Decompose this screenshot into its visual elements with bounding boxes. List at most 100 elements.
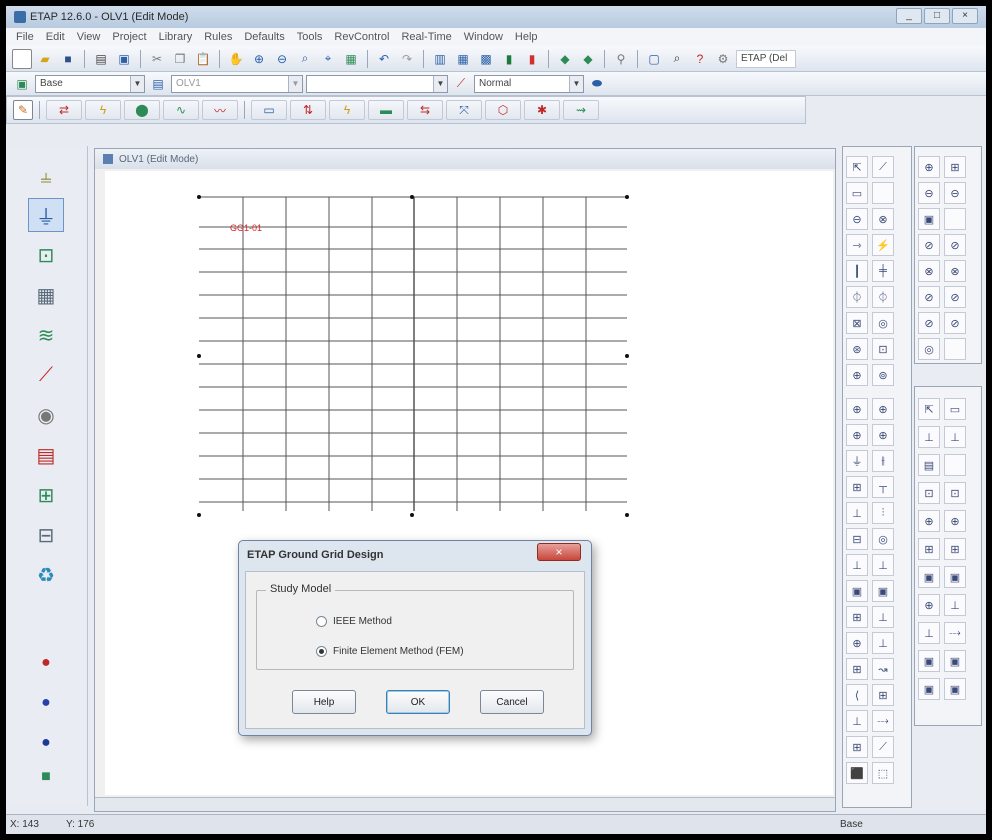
minimize-button[interactable]: _ (896, 8, 922, 24)
ac-element-tool-icon[interactable]: ⊛ (846, 338, 868, 360)
ac-element-tool-icon[interactable]: ⟋ (872, 156, 894, 178)
dc-element-tool-icon[interactable]: ⊡ (918, 482, 940, 504)
dc-element-tool-icon[interactable]: ⊞ (918, 538, 940, 560)
instrument-tool-icon[interactable]: ◎ (918, 338, 940, 360)
ac-element-tool-icon[interactable]: ┃ (846, 260, 868, 282)
ac-element-tool-icon[interactable]: ⊕ (846, 424, 868, 446)
maximize-button[interactable]: □ (924, 8, 950, 24)
help-icon[interactable]: ? (690, 49, 710, 69)
dc-element-tool-icon[interactable]: ▣ (944, 650, 966, 672)
ac-element-tool-icon[interactable]: ╪ (872, 260, 894, 282)
bus-blue-icon[interactable]: ● (28, 686, 64, 720)
ac-element-tool-icon[interactable]: ⬚ (872, 762, 894, 784)
ac-element-tool-icon[interactable]: ⊥ (872, 554, 894, 576)
menu-tools[interactable]: Tools (297, 31, 323, 43)
ac-element-tool-icon[interactable]: ⊚ (872, 364, 894, 386)
reliability-icon[interactable]: ⬡ (485, 100, 521, 120)
ac-element-tool-icon[interactable]: ⤏ (872, 710, 894, 732)
menu-revcontrol[interactable]: RevControl (334, 31, 389, 43)
unbalanced-load-flow-icon[interactable]: ⇆ (407, 100, 443, 120)
bus-navy-icon[interactable]: ● (28, 726, 64, 760)
dc-load-flow-icon[interactable]: ⇅ (290, 100, 326, 120)
selection-handle[interactable] (625, 354, 629, 358)
dc-element-tool-icon[interactable]: ▭ (944, 398, 966, 420)
zoom-out-icon[interactable]: ⊖ (272, 49, 292, 69)
edit-mode-icon[interactable]: ✎ (13, 100, 33, 120)
menu-window[interactable]: Window (464, 31, 503, 43)
chevron-down-icon[interactable]: ▼ (569, 75, 583, 92)
print-icon[interactable]: ▤ (91, 49, 111, 69)
find-icon[interactable]: ⌕ (667, 49, 687, 69)
ac-element-tool-icon[interactable]: ⊥ (846, 502, 868, 524)
instrument-tool-icon[interactable]: ⊘ (918, 286, 940, 308)
new-file-icon[interactable] (12, 48, 32, 69)
cable-icon[interactable]: ⊡ (28, 238, 64, 272)
ac-element-tool-icon[interactable]: ⊗ (872, 208, 894, 230)
control-circuit-icon[interactable]: ▤ (28, 438, 64, 472)
theme-icon[interactable]: ▮ (499, 49, 519, 69)
ac-element-tool-icon[interactable]: ⊕ (872, 398, 894, 420)
menu-edit[interactable]: Edit (46, 31, 65, 43)
composite-icon[interactable]: ⊟ (28, 518, 64, 552)
chevron-down-icon[interactable]: ▼ (130, 75, 144, 92)
chevron-down-icon[interactable]: ▼ (288, 75, 302, 92)
about-icon[interactable]: ⚙ (713, 49, 733, 69)
dynamic-model-icon[interactable]: ⟋ (28, 358, 64, 392)
ac-element-tool-icon[interactable]: ⊡ (872, 338, 894, 360)
ac-element-tool-icon[interactable]: ⊞ (846, 658, 868, 680)
arc-flash-icon[interactable]: ⇝ (563, 100, 599, 120)
instrument-tool-icon[interactable]: ⊞ (944, 156, 966, 178)
dc-element-tool-icon[interactable]: ⊡ (944, 482, 966, 504)
selection-handle[interactable] (197, 513, 201, 517)
check-continuity-icon[interactable]: ▦ (341, 49, 361, 69)
radio-unselected-icon[interactable] (316, 616, 327, 627)
bus-green-icon[interactable]: ■ (28, 760, 64, 794)
instrument-tool-icon[interactable]: ⊕ (918, 156, 940, 178)
ac-element-tool-icon[interactable]: ◎ (872, 528, 894, 550)
revision-combo[interactable]: ▼ (306, 74, 448, 93)
menu-file[interactable]: File (16, 31, 34, 43)
print-preview-icon[interactable]: ▣ (114, 49, 134, 69)
selection-handle[interactable] (625, 195, 629, 199)
copy-icon[interactable]: ❐ (170, 49, 190, 69)
menu-library[interactable]: Library (159, 31, 193, 43)
selection-handles[interactable] (197, 195, 629, 517)
dc-element-tool-icon[interactable]: ⊕ (918, 594, 940, 616)
horizontal-scrollbar[interactable] (95, 797, 835, 811)
instrument-tool-icon[interactable]: ⊗ (944, 260, 966, 282)
dc-element-tool-icon[interactable]: ⊞ (944, 538, 966, 560)
load-flow-icon[interactable]: ⇄ (46, 100, 82, 120)
dc-element-tool-icon[interactable]: ▣ (918, 566, 940, 588)
cable-pulling-icon[interactable]: ≋ (28, 318, 64, 352)
instrument-tool-icon[interactable]: ⊖ (918, 182, 940, 204)
help-index-icon[interactable]: ▢ (644, 49, 664, 69)
dc-element-tool-icon[interactable]: ▣ (918, 678, 940, 700)
ac-element-tool-icon[interactable]: ⊞ (846, 476, 868, 498)
battery-sizing-icon[interactable]: ▬ (368, 100, 404, 120)
undo-icon[interactable]: ↶ (374, 49, 394, 69)
ac-element-tool-icon[interactable]: ↝ (872, 658, 894, 680)
dialog-close-button[interactable]: × (537, 543, 581, 561)
ac-element-tool-icon[interactable]: ⏚ (846, 450, 868, 472)
etap-base-combo[interactable]: ETAP (Del (736, 49, 796, 68)
selection-handle[interactable] (197, 195, 201, 199)
config-manager-icon[interactable]: ⬬ (587, 74, 607, 94)
radio-selected-icon[interactable] (316, 646, 327, 657)
ac-element-tool-icon[interactable]: ⚡ (872, 234, 894, 256)
ac-element-tool-icon[interactable]: ⊞ (846, 736, 868, 758)
dc-element-tool-icon[interactable]: ⤏ (944, 622, 966, 644)
instrument-tool-icon[interactable]: ⊗ (918, 260, 940, 282)
motor-starting-icon[interactable]: ⬤ (124, 100, 160, 120)
ac-element-tool-icon[interactable]: ⊟ (846, 528, 868, 550)
grid-icon[interactable]: ▦ (453, 49, 473, 69)
menu-realtime[interactable]: Real-Time (401, 31, 451, 43)
hyperlinks-icon[interactable]: ⚲ (611, 49, 631, 69)
chevron-down-icon[interactable]: ▼ (433, 75, 447, 92)
themes-color-icon[interactable]: ▮ (522, 49, 542, 69)
dc-element-tool-icon[interactable]: ⊥ (918, 622, 940, 644)
one-line-icon[interactable]: ⫨ (28, 160, 64, 194)
text-box-icon[interactable]: ▥ (430, 49, 450, 69)
dc-element-tool-icon[interactable]: ▣ (944, 678, 966, 700)
ac-element-tool-icon[interactable]: ◎ (872, 312, 894, 334)
transient-stability-icon[interactable]: 〰 (202, 100, 238, 120)
